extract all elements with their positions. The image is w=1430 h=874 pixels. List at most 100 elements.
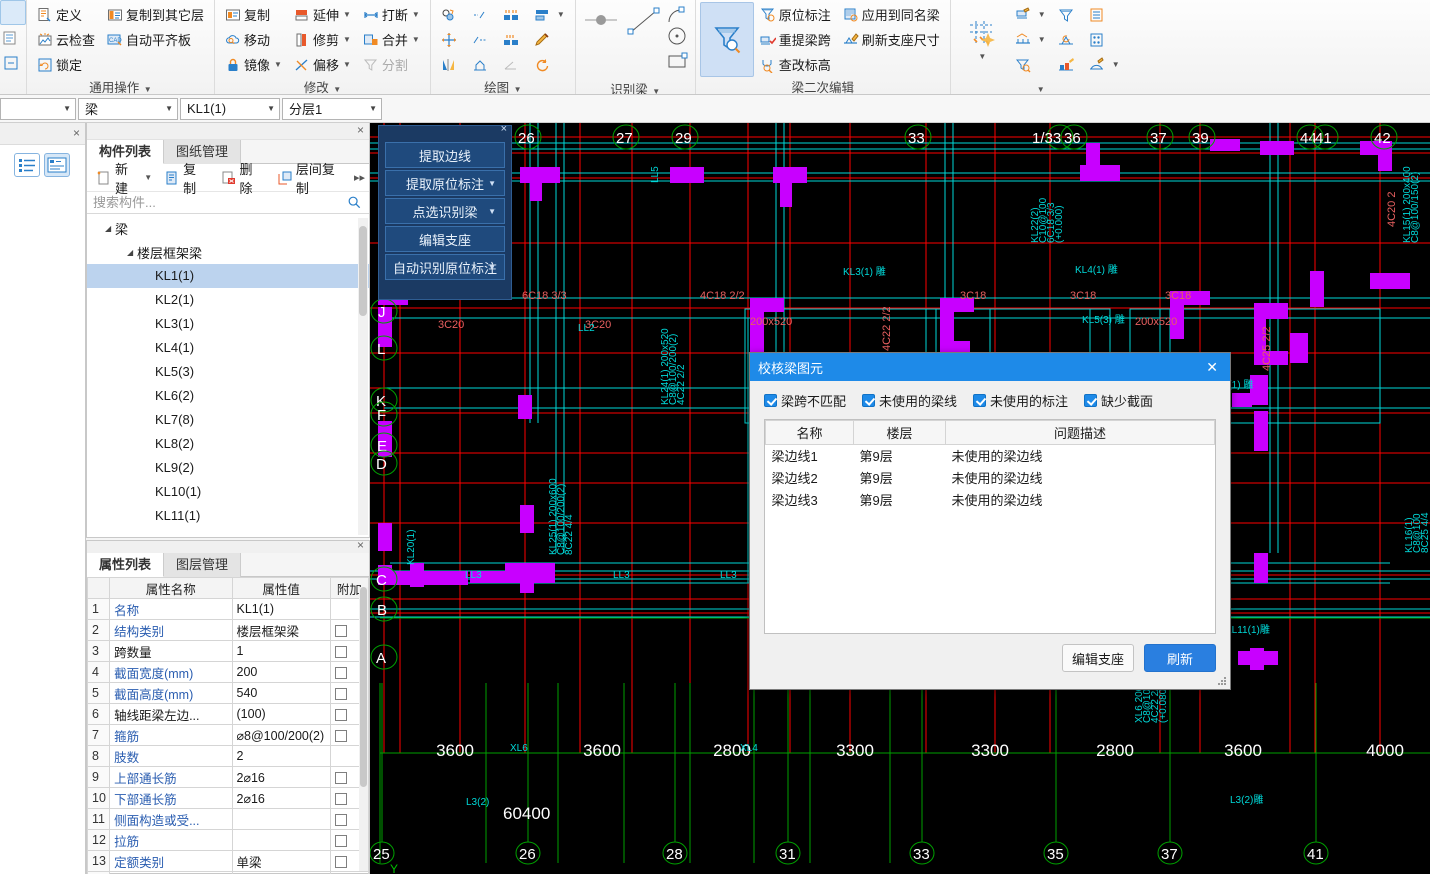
property-row[interactable]: 13 定额类别 单梁: [86, 850, 370, 872]
ribbon-item-auto-align-slab[interactable]: 修剪 ▼: [288, 27, 357, 52]
row-value[interactable]: 2⌀16: [231, 766, 331, 788]
combo-component-name[interactable]: KL1(1) ▼: [180, 97, 280, 120]
search-icon[interactable]: [347, 195, 363, 211]
toolbox-button[interactable]: 点选识别梁 ▼: [385, 198, 505, 224]
ribbon-item-generate-side-bar[interactable]: [1083, 2, 1126, 27]
ribbon-item-restore-cad[interactable]: 锁定: [31, 52, 101, 77]
ribbon-item-delete[interactable]: [528, 27, 571, 52]
ribbon-item-recognize-floor-table[interactable]: 复制到其它层: [101, 2, 210, 27]
ribbon-item-length-dimension[interactable]: 打断 ▼: [357, 2, 426, 27]
ribbon-item-extend[interactable]: [466, 2, 497, 27]
checkbox-box[interactable]: [764, 394, 777, 407]
smart-layout-button[interactable]: ▼: [955, 2, 1009, 77]
ribbon-item-rotate[interactable]: [528, 52, 571, 77]
resize-grip[interactable]: [1217, 677, 1227, 687]
inter-floor-copy-button[interactable]: 层间复制: [272, 156, 352, 200]
ribbon-item-check-elevation[interactable]: [1009, 52, 1052, 77]
property-row[interactable]: 1 名称 KL1(1): [86, 598, 370, 620]
ribbon-item-generate-erection-bar[interactable]: [1083, 27, 1126, 52]
issue-table-wrapper[interactable]: 名称 楼层 问题描述 梁边线1 第9层 未使用的梁边线 梁边线2 第9层 未使用的梁边线梁…: [764, 419, 1216, 634]
attach-checkbox[interactable]: [334, 708, 347, 721]
tree-leaf-item[interactable]: KL6(2): [87, 384, 369, 408]
row-value[interactable]: 2: [231, 745, 331, 767]
ribbon-item-copy[interactable]: [435, 2, 466, 27]
dialog-checkbox[interactable]: 未使用的标注: [973, 391, 1068, 410]
attach-checkbox[interactable]: [334, 624, 347, 637]
tree-leaf-item[interactable]: KL7(8): [87, 408, 369, 432]
combo-component-type[interactable]: 梁 ▼: [78, 97, 178, 120]
ribbon-item-trim[interactable]: [466, 27, 497, 52]
ribbon-item-cloud-check[interactable]: 移动: [219, 27, 288, 52]
issue-row[interactable]: 梁边线1 第9层 未使用的梁边线: [766, 445, 1215, 467]
attach-checkbox[interactable]: [334, 645, 347, 658]
property-row[interactable]: 11 侧面构造或受...: [86, 808, 370, 830]
property-row[interactable]: 4 截面宽度(mm) 200: [86, 661, 370, 683]
draw-tool-shapes[interactable]: [665, 4, 691, 79]
ribbon-item-align[interactable]: ▼: [528, 2, 571, 27]
attach-checkbox[interactable]: [334, 687, 347, 700]
ribbon-item-insitu-annotation[interactable]: ▼: [1009, 2, 1052, 27]
row-value[interactable]: 540: [231, 682, 331, 704]
row-value[interactable]: 楼层框架梁: [231, 619, 331, 641]
issue-row[interactable]: 梁边线2 第9层 未使用的梁边线: [766, 467, 1215, 489]
ribbon-item-set-arch-beam[interactable]: ▼: [1083, 52, 1126, 77]
attach-checkbox[interactable]: [334, 834, 347, 847]
property-row[interactable]: 5 截面高度(mm) 540: [86, 682, 370, 704]
ribbon-group-title-modify[interactable]: 绘图 ▼: [435, 77, 571, 94]
ribbon-item-check-beam-element[interactable]: 原位标注: [754, 2, 837, 27]
ribbon-item-filter-element[interactable]: 分割: [357, 52, 426, 77]
property-row[interactable]: 2 结构类别 楼层框架梁: [86, 619, 370, 641]
attach-checkbox[interactable]: [334, 813, 347, 826]
delete-component-button[interactable]: 删除: [216, 156, 270, 200]
edit-support-button[interactable]: 编辑支座: [1062, 644, 1134, 672]
tree-leaf-item[interactable]: KL10(1): [87, 480, 369, 504]
property-row[interactable]: 7 箍筋 ⌀8@100/200(2): [86, 724, 370, 746]
ribbon-item-define[interactable]: 复制: [219, 2, 288, 27]
ribbon-item-recognize-hanger-bar[interactable]: 查改标高: [754, 52, 837, 77]
attach-checkbox[interactable]: [334, 855, 347, 868]
attach-checkbox[interactable]: [334, 729, 347, 742]
ribbon-item-cad-options[interactable]: CAD 自动平齐板: [101, 27, 210, 52]
row-value[interactable]: 200: [231, 661, 331, 683]
cutoff-item-3[interactable]: [0, 50, 26, 75]
ribbon-item-copy-span-data[interactable]: [1052, 52, 1083, 77]
tree-leaf-item[interactable]: KL5(3): [87, 360, 369, 384]
ribbon-item-check-insitu-annotation[interactable]: 重提梁跨: [754, 27, 837, 52]
tree-node-frame-beam[interactable]: ◢ 楼层框架梁: [87, 240, 369, 264]
detail-view-button[interactable]: [44, 153, 70, 177]
ribbon-item-split[interactable]: [497, 52, 528, 77]
checkbox-box[interactable]: [973, 394, 987, 407]
checkbox-box[interactable]: [862, 394, 876, 407]
close-icon[interactable]: ×: [357, 538, 364, 552]
close-icon[interactable]: ✕: [1202, 359, 1222, 376]
dialog-checkbox[interactable]: 缺少截面: [1084, 391, 1153, 410]
recognize-beam-button[interactable]: [699, 2, 754, 77]
row-value[interactable]: [231, 829, 331, 851]
tree-node-beam[interactable]: ◢ 梁: [87, 216, 369, 240]
ribbon-item-break[interactable]: [497, 2, 528, 27]
combo-layer[interactable]: 分层1 ▼: [282, 97, 382, 120]
new-component-button[interactable]: 新建 ▼: [91, 156, 157, 200]
close-icon[interactable]: ×: [357, 123, 364, 137]
ribbon-item-edit-support[interactable]: 刷新支座尺寸: [837, 27, 946, 52]
tab-property-list[interactable]: 属性列表: [87, 553, 165, 577]
draw-tool-point[interactable]: [580, 4, 623, 40]
ribbon-item-set-scale[interactable]: 云检查: [31, 27, 101, 52]
ribbon-item-merge[interactable]: [497, 27, 528, 52]
toolbar-overflow-button[interactable]: ▸▸: [354, 171, 365, 184]
property-row[interactable]: 9 上部通长筋 2⌀16: [86, 766, 370, 788]
scrollbar-thumb[interactable]: [360, 587, 367, 787]
draw-tool-line[interactable]: [623, 4, 665, 40]
toolbox-button[interactable]: 提取边线: [385, 142, 505, 168]
close-icon[interactable]: ×: [501, 123, 507, 135]
tree-leaf-item[interactable]: KL8(2): [87, 432, 369, 456]
tree-leaf-item[interactable]: KL2(1): [87, 288, 369, 312]
ribbon-item-save-element[interactable]: 合并 ▼: [357, 27, 426, 52]
property-scrollbar[interactable]: [359, 587, 368, 871]
property-row[interactable]: 6 轴线距梁左边... (100): [86, 703, 370, 725]
ribbon-group-title-beam-secondary[interactable]: ▼: [955, 77, 1126, 94]
property-row[interactable]: 10 下部通长筋 2⌀16: [86, 787, 370, 809]
close-icon[interactable]: ×: [73, 126, 80, 140]
attach-checkbox[interactable]: [334, 666, 347, 679]
attach-checkbox[interactable]: [334, 792, 347, 805]
